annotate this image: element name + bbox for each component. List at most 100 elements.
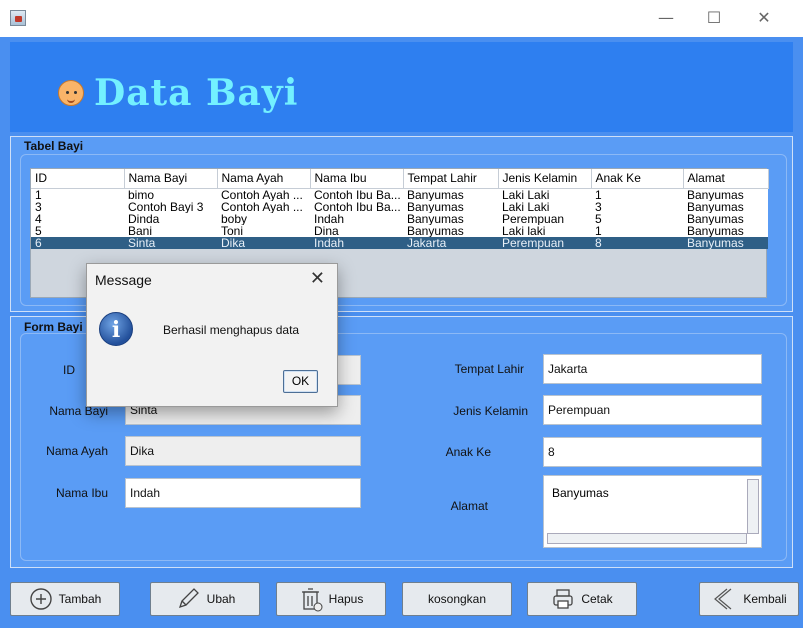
- table-cell: Laki laki: [498, 224, 591, 237]
- table-cell: Jakarta: [403, 236, 498, 249]
- column-header[interactable]: Anak Ke: [591, 169, 684, 189]
- cetak-button[interactable]: Cetak: [527, 582, 637, 616]
- tempat-lahir-label: Tempat Lahir: [454, 362, 524, 376]
- table-cell: Indah: [310, 236, 403, 249]
- nama-ayah-field[interactable]: Dika: [125, 436, 361, 466]
- minimize-button[interactable]: —: [644, 4, 688, 32]
- dialog-close-button[interactable]: ✕: [310, 268, 325, 289]
- tempat-lahir-field[interactable]: Jakarta: [543, 354, 762, 384]
- maximize-button[interactable]: ☐: [692, 4, 736, 32]
- table-cell: Contoh Ayah ...: [217, 200, 310, 213]
- printer-icon: [553, 589, 573, 609]
- table-row[interactable]: 3 Contoh Bayi 3 Contoh Ayah ... Contoh I…: [31, 200, 768, 213]
- column-header[interactable]: Jenis Kelamin: [498, 169, 592, 189]
- message-dialog: Message ✕ i Berhasil menghapus data OK: [86, 263, 338, 407]
- table-cell: Banyumas: [683, 224, 768, 237]
- id-label: ID: [63, 363, 75, 377]
- nama-ibu-field[interactable]: Indah: [125, 478, 361, 508]
- header-banner: Data Bayi: [10, 42, 793, 132]
- table-cell: bimo: [124, 188, 217, 201]
- table-cell: Contoh Ayah ...: [217, 188, 310, 201]
- column-header[interactable]: Tempat Lahir: [403, 169, 499, 189]
- tambah-label: Tambah: [58, 592, 102, 606]
- table-header-row: ID Nama Bayi Nama Ayah Nama Ibu Tempat L…: [31, 169, 769, 189]
- table-cell: 3: [31, 200, 124, 213]
- dialog-title: Message: [95, 272, 152, 288]
- table-row[interactable]: 4 Dinda boby Indah Banyumas Perempuan 5 …: [31, 212, 768, 225]
- table-cell: Perempuan: [498, 212, 591, 225]
- table-cell: Banyumas: [403, 212, 498, 225]
- jenis-kelamin-label: Jenis Kelamin: [453, 404, 528, 418]
- table-cell: Contoh Ibu Ba...: [310, 188, 403, 201]
- table-cell: Banyumas: [403, 224, 498, 237]
- kembali-label: Kembali: [743, 592, 787, 606]
- jenis-kelamin-field[interactable]: Perempuan: [543, 395, 762, 425]
- column-header[interactable]: Nama Ibu: [310, 169, 404, 189]
- kosongkan-label: kosongkan: [427, 592, 487, 606]
- column-header[interactable]: Nama Ayah: [217, 169, 311, 189]
- ubah-label: Ubah: [206, 592, 236, 606]
- table-cell: Bani: [124, 224, 217, 237]
- alamat-textarea[interactable]: Banyumas: [543, 475, 762, 548]
- table-cell: Contoh Bayi 3: [124, 200, 217, 213]
- table-cell: 1: [591, 188, 683, 201]
- hapus-label: Hapus: [328, 592, 364, 606]
- cetak-label: Cetak: [581, 592, 613, 606]
- table-cell: Banyumas: [683, 212, 768, 225]
- alamat-text: Banyumas: [552, 486, 609, 500]
- pencil-icon: [178, 588, 199, 609]
- alamat-label: Alamat: [450, 499, 488, 513]
- table-cell: 1: [591, 224, 683, 237]
- tambah-button[interactable]: Tambah: [10, 582, 120, 616]
- ubah-button[interactable]: Ubah: [150, 582, 260, 616]
- trash-icon: [301, 588, 323, 612]
- table-cell: Laki Laki: [498, 200, 591, 213]
- table-cell: Perempuan: [498, 236, 591, 249]
- column-header[interactable]: ID: [31, 169, 125, 189]
- table-cell: 5: [591, 212, 683, 225]
- table-cell: 1: [31, 188, 124, 201]
- table-cell: boby: [217, 212, 310, 225]
- horizontal-scrollbar[interactable]: [547, 533, 747, 544]
- nama-ayah-label: Nama Ayah: [46, 444, 108, 458]
- table-cell: 6: [31, 236, 124, 249]
- back-arrow-icon: [714, 588, 732, 610]
- table-cell: Indah: [310, 212, 403, 225]
- table-cell: Dinda: [124, 212, 217, 225]
- column-header[interactable]: Alamat: [683, 169, 769, 189]
- table-row[interactable]: 5 Bani Toni Dina Banyumas Laki laki 1 Ba…: [31, 224, 768, 237]
- column-header[interactable]: Nama Bayi: [124, 169, 218, 189]
- anak-ke-label: Anak Ke: [445, 445, 491, 459]
- anak-ke-field[interactable]: 8: [543, 437, 762, 467]
- table-cell: Contoh Ibu Ba...: [310, 200, 403, 213]
- table-cell: Dina: [310, 224, 403, 237]
- table-row-selected[interactable]: 6 Sinta Dika Indah Jakarta Perempuan 8 B…: [31, 236, 768, 249]
- table-cell: Banyumas: [683, 236, 768, 249]
- vertical-scrollbar[interactable]: [747, 479, 759, 534]
- table-cell: Laki Laki: [498, 188, 591, 201]
- table-cell: Toni: [217, 224, 310, 237]
- page-title: Data Bayi: [94, 72, 299, 114]
- info-icon: i: [99, 312, 133, 346]
- table-cell: Banyumas: [683, 188, 768, 201]
- kosongkan-button[interactable]: kosongkan: [402, 582, 512, 616]
- table-cell: Banyumas: [403, 200, 498, 213]
- dialog-message: Berhasil menghapus data: [163, 323, 300, 337]
- nama-ibu-label: Nama Ibu: [55, 486, 108, 500]
- kembali-button[interactable]: Kembali: [699, 582, 799, 616]
- table-cell: 8: [591, 236, 683, 249]
- table-cell: 5: [31, 224, 124, 237]
- window-titlebar: — ☐ ✕: [0, 0, 803, 37]
- table-row[interactable]: 1 bimo Contoh Ayah ... Contoh Ibu Ba... …: [31, 188, 768, 201]
- table-cell: Sinta: [124, 236, 217, 249]
- form-panel-label: Form Bayi: [24, 320, 83, 334]
- table-panel-label: Tabel Bayi: [24, 139, 84, 153]
- ok-button[interactable]: OK: [283, 370, 318, 393]
- table-cell: Dika: [217, 236, 310, 249]
- table-cell: Banyumas: [403, 188, 498, 201]
- close-window-button[interactable]: ✕: [742, 4, 786, 32]
- hapus-button[interactable]: Hapus: [276, 582, 386, 616]
- java-app-icon: [10, 10, 26, 26]
- baby-icon: [58, 80, 84, 106]
- table-cell: Banyumas: [683, 200, 768, 213]
